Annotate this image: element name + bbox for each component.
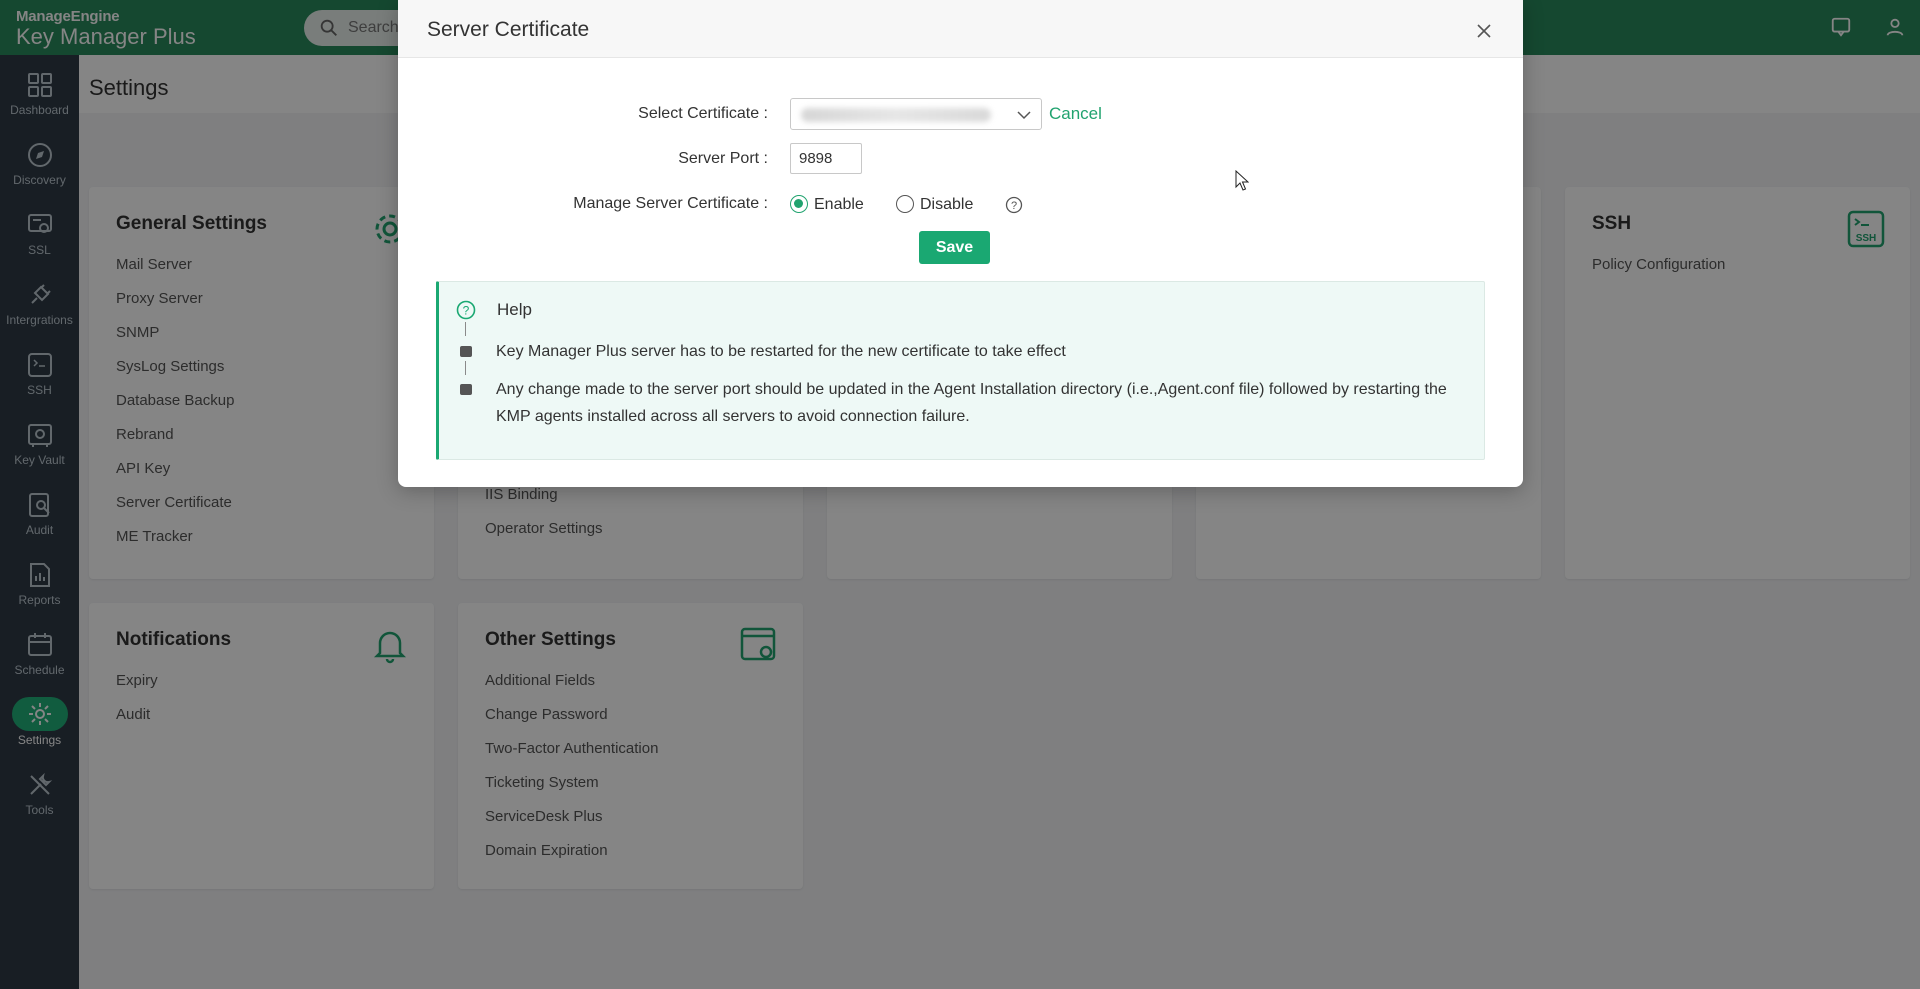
help-circle-icon: ? — [456, 300, 476, 320]
svg-text:?: ? — [1011, 200, 1017, 212]
help-bullet — [460, 346, 472, 357]
manage-certificate-label: Manage Server Certificate : — [573, 195, 768, 212]
cancel-link[interactable]: Cancel — [1049, 104, 1102, 124]
help-note-1: Key Manager Plus server has to be restar… — [496, 343, 1066, 360]
enable-radio-label[interactable]: Enable — [814, 196, 864, 214]
dialog-title: Server Certificate — [427, 18, 590, 41]
server-certificate-dialog: Server Certificate Select Certificate : … — [398, 0, 1523, 487]
help-connector — [465, 322, 466, 336]
certificate-value-blurred — [801, 108, 991, 122]
chevron-down-icon — [1017, 111, 1031, 120]
help-note-2: Any change made to the server port shoul… — [496, 381, 1447, 425]
disable-radio[interactable] — [896, 195, 914, 213]
select-certificate-label: Select Certificate : — [638, 105, 768, 122]
disable-radio-label[interactable]: Disable — [920, 196, 973, 214]
question-icon[interactable]: ? — [1005, 196, 1023, 214]
close-icon[interactable] — [1475, 22, 1493, 40]
svg-text:?: ? — [463, 304, 470, 318]
certificate-select[interactable] — [790, 98, 1042, 130]
enable-radio[interactable] — [790, 195, 808, 213]
help-title: Help — [497, 300, 532, 319]
help-bullet — [460, 384, 472, 395]
dialog-header: Server Certificate — [398, 0, 1523, 58]
help-panel: ? Help Key Manager Plus server has to be… — [436, 281, 1485, 460]
server-port-input[interactable] — [790, 143, 862, 174]
mouse-cursor-icon — [1235, 170, 1249, 191]
server-port-label: Server Port : — [678, 150, 768, 167]
help-connector — [465, 361, 466, 375]
save-button[interactable]: Save — [919, 231, 990, 264]
